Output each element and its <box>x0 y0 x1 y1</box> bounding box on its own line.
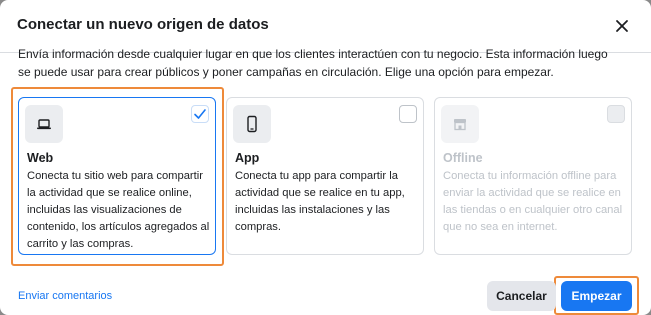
option-name-web: Web <box>27 151 54 165</box>
option-description-offline: Conecta tu información offline para envi… <box>443 170 623 233</box>
app-option-checkbox[interactable] <box>399 105 417 123</box>
store-icon <box>441 105 479 143</box>
dialog-description: Envía información desde cualquier lugar … <box>18 47 608 79</box>
option-card-offline: Offline Conecta tu información offline p… <box>434 97 632 255</box>
send-feedback-link[interactable]: Enviar comentarios <box>18 290 112 302</box>
option-name-app: App <box>235 151 260 165</box>
option-card-web[interactable]: Web Conecta tu sitio web para compartir … <box>18 97 216 255</box>
offline-option-checkbox <box>607 105 625 123</box>
cancel-button[interactable]: Cancelar <box>487 281 556 311</box>
option-card-app[interactable]: App Conecta tu app para compartir la act… <box>226 97 424 255</box>
close-icon[interactable] <box>611 15 633 37</box>
start-button[interactable]: Empezar <box>561 281 632 311</box>
web-option-checkbox[interactable] <box>191 105 209 123</box>
mobile-phone-icon <box>233 105 271 143</box>
connect-data-source-dialog: Conectar un nuevo origen de datos Envía … <box>0 0 651 315</box>
option-description-web: Conecta tu sitio web para compartir la a… <box>27 170 210 250</box>
option-name-offline: Offline <box>443 151 483 165</box>
checkmark-icon <box>194 109 206 119</box>
dialog-title: Conectar un nuevo origen de datos <box>17 16 269 33</box>
laptop-icon <box>25 105 63 143</box>
option-description-app: Conecta tu app para compartir la activid… <box>235 170 405 233</box>
